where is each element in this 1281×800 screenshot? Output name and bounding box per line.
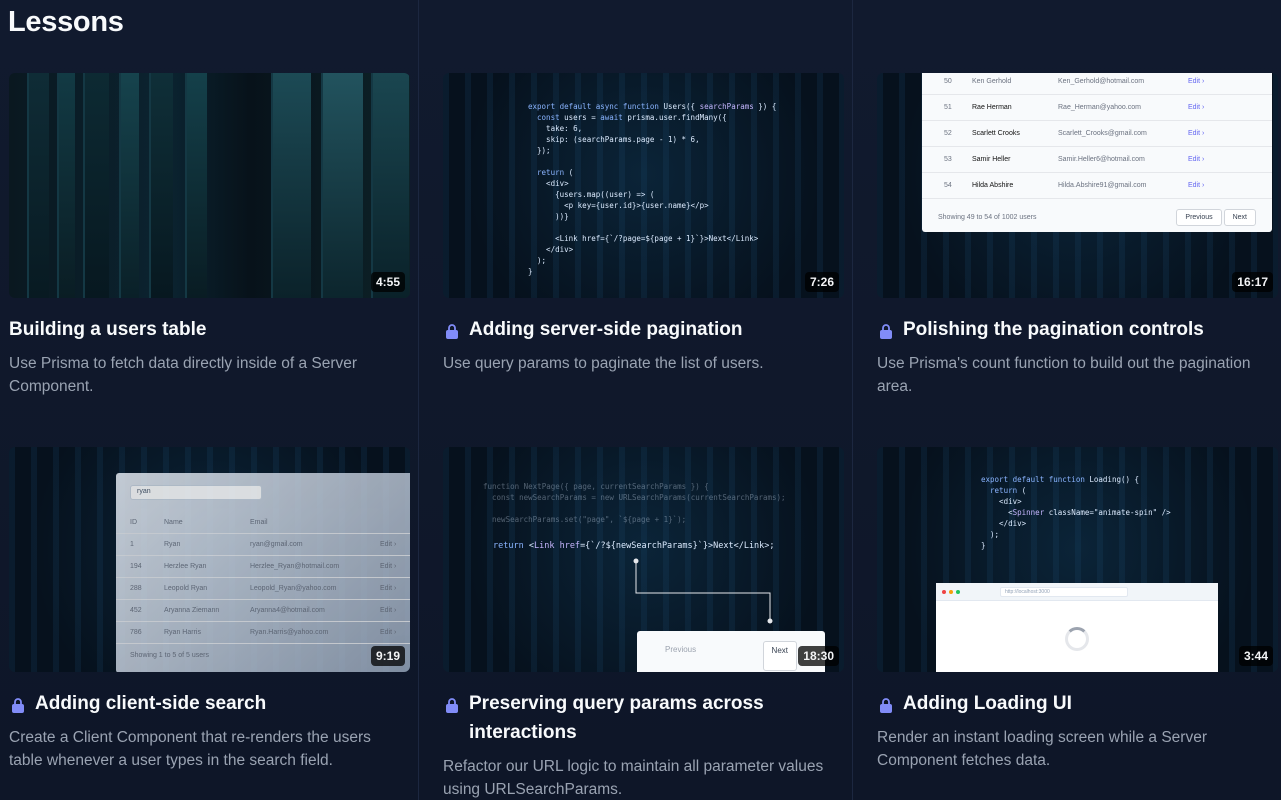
lesson-thumbnail[interactable]: 50 Ken Gerhold Ken_Gerhold@hotmail.com Edit… bbox=[877, 73, 1278, 298]
lock-icon bbox=[446, 698, 458, 713]
lesson-description: Refactor our URL logic to maintain all p… bbox=[443, 758, 824, 798]
lesson-card[interactable]: export default async function Users({ se… bbox=[443, 73, 844, 447]
duration-badge: 9:19 bbox=[370, 646, 405, 666]
lock-icon bbox=[880, 324, 892, 339]
lesson-thumbnail[interactable]: export default function Loading() { retu… bbox=[877, 447, 1278, 672]
lesson-description: Use Prisma's count function to build out… bbox=[877, 355, 1251, 395]
spinner-icon bbox=[1065, 627, 1089, 651]
lock-icon bbox=[880, 698, 892, 713]
lesson-thumbnail[interactable]: ryan ID Name Email 1 Ryan ryan@gmail.com Edit… bbox=[9, 447, 410, 672]
page-title: Lessons bbox=[8, 6, 124, 38]
lesson-title[interactable]: Adding Loading UI bbox=[903, 689, 1072, 718]
lesson-thumbnail[interactable]: function NextPage({ page, currentSearchP… bbox=[443, 447, 844, 672]
duration-badge: 7:26 bbox=[804, 272, 839, 292]
lesson-thumbnail[interactable]: 4:55 bbox=[9, 73, 410, 298]
lesson-card[interactable]: 4:55 Building a users table Use Prisma t… bbox=[9, 73, 410, 447]
lesson-card[interactable]: export default function Loading() { retu… bbox=[877, 447, 1278, 800]
lesson-title[interactable]: Adding client-side search bbox=[35, 689, 266, 718]
lessons-grid: 4:55 Building a users table Use Prisma t… bbox=[9, 73, 1278, 800]
duration-badge: 16:17 bbox=[1232, 272, 1273, 292]
browser-preview: http://localhost:3000 bbox=[936, 583, 1218, 672]
duration-badge: 3:44 bbox=[1238, 646, 1273, 666]
lesson-title[interactable]: Preserving query params across interacti… bbox=[469, 689, 844, 747]
lesson-card[interactable]: function NextPage({ page, currentSearchP… bbox=[443, 447, 844, 800]
lock-icon bbox=[12, 698, 24, 713]
search-table-preview: ryan ID Name Email 1 Ryan ryan@gmail.com Edit… bbox=[116, 473, 410, 672]
lesson-description: Use Prisma to fetch data directly inside… bbox=[9, 355, 358, 395]
lock-icon bbox=[446, 324, 458, 339]
users-table-preview: 50 Ken Gerhold Ken_Gerhold@hotmail.com Edit… bbox=[922, 73, 1272, 232]
lesson-title[interactable]: Polishing the pagination controls bbox=[903, 315, 1204, 344]
duration-badge: 18:30 bbox=[798, 646, 839, 666]
lesson-description: Create a Client Component that re-render… bbox=[9, 729, 371, 769]
connector-line bbox=[633, 558, 773, 624]
duration-badge: 4:55 bbox=[370, 272, 405, 292]
lesson-description: Use query params to paginate the list of… bbox=[443, 355, 764, 372]
lesson-title[interactable]: Adding server-side pagination bbox=[469, 315, 742, 344]
pagination-preview: Previous Next bbox=[637, 631, 825, 672]
lesson-card[interactable]: ryan ID Name Email 1 Ryan ryan@gmail.com Edit… bbox=[9, 447, 410, 800]
lesson-card[interactable]: 50 Ken Gerhold Ken_Gerhold@hotmail.com Edit… bbox=[877, 73, 1278, 447]
lesson-title[interactable]: Building a users table bbox=[9, 315, 206, 344]
lesson-description: Render an instant loading screen while a… bbox=[877, 729, 1207, 769]
lesson-thumbnail[interactable]: export default async function Users({ se… bbox=[443, 73, 844, 298]
